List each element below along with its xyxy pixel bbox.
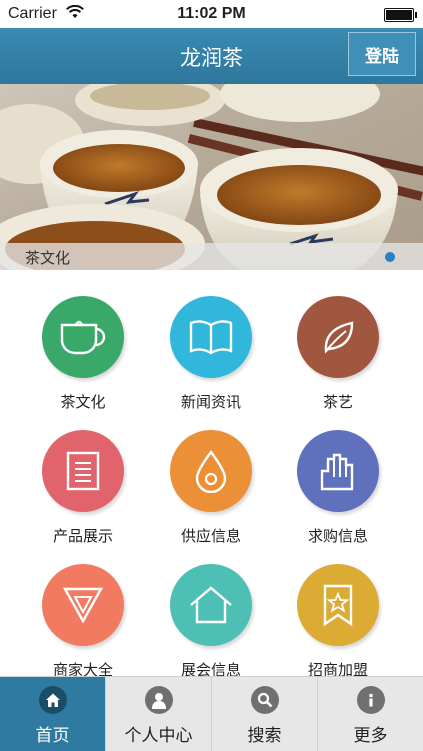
- grid-item-circle: [42, 564, 124, 646]
- banner-carousel[interactable]: 茶文化: [0, 84, 423, 270]
- battery-icon: [384, 8, 417, 22]
- navigation-bar: 龙润茶 登陆: [0, 28, 423, 84]
- document-icon: [66, 451, 100, 491]
- teapot-icon: [60, 320, 106, 355]
- tab-more[interactable]: 更多: [318, 677, 423, 751]
- tab-label: 更多: [353, 726, 388, 746]
- grid-item-tea-art[interactable]: 茶艺: [268, 270, 408, 411]
- banner-caption-bar: 茶文化: [0, 243, 423, 270]
- grid-item-circle: [297, 564, 379, 646]
- home-icon: [38, 686, 67, 714]
- grid-item-circle: [297, 296, 379, 378]
- grid-item-products[interactable]: 产品展示: [13, 404, 153, 545]
- grid-item-circle: [42, 296, 124, 378]
- tab-search[interactable]: 搜索: [212, 677, 318, 751]
- user-icon: [144, 686, 173, 714]
- house-icon: [190, 586, 232, 624]
- grid-item-tea-culture[interactable]: 茶文化: [13, 270, 153, 411]
- drop-icon: [195, 449, 227, 493]
- page-indicator-dot[interactable]: [385, 252, 395, 262]
- triangle-badge-icon: [62, 587, 104, 624]
- grid-item-supply[interactable]: 供应信息: [141, 404, 281, 545]
- grid-item-franchise[interactable]: 招商加盟: [268, 538, 408, 679]
- tab-label: 搜索: [247, 726, 282, 746]
- status-bar: Carrier 11:02 PM: [0, 0, 423, 28]
- login-button[interactable]: 登陆: [348, 32, 416, 76]
- tea-leaf-icon: [324, 321, 354, 354]
- grid-item-circle: [170, 564, 252, 646]
- grid-item-circle: [42, 430, 124, 512]
- grid-item-news[interactable]: 新闻资讯: [141, 270, 281, 411]
- bookmark-star-icon: [323, 584, 353, 627]
- tab-profile[interactable]: 个人中心: [106, 677, 212, 751]
- open-book-icon: [189, 320, 233, 355]
- hand-icon: [320, 453, 354, 491]
- category-grid: 茶文化 新闻资讯 茶艺 产品展示 供应信息 求购信息 商家大全 展会信息 招商加…: [0, 270, 423, 679]
- tab-label: 首页: [35, 726, 70, 746]
- info-icon: [356, 686, 385, 714]
- grid-item-circle: [170, 430, 252, 512]
- grid-item-merchants[interactable]: 商家大全: [13, 538, 153, 679]
- grid-item-purchase[interactable]: 求购信息: [268, 404, 408, 545]
- grid-item-circle: [170, 296, 252, 378]
- tab-label: 个人中心: [124, 726, 193, 746]
- grid-item-circle: [297, 430, 379, 512]
- grid-item-exhibitions[interactable]: 展会信息: [141, 538, 281, 679]
- search-icon: [250, 686, 279, 714]
- clock: 11:02 PM: [177, 5, 246, 22]
- banner-caption: 茶文化: [25, 249, 71, 267]
- tab-bar: 首页 个人中心 搜索 更多: [0, 676, 423, 751]
- tab-home[interactable]: 首页: [0, 677, 106, 751]
